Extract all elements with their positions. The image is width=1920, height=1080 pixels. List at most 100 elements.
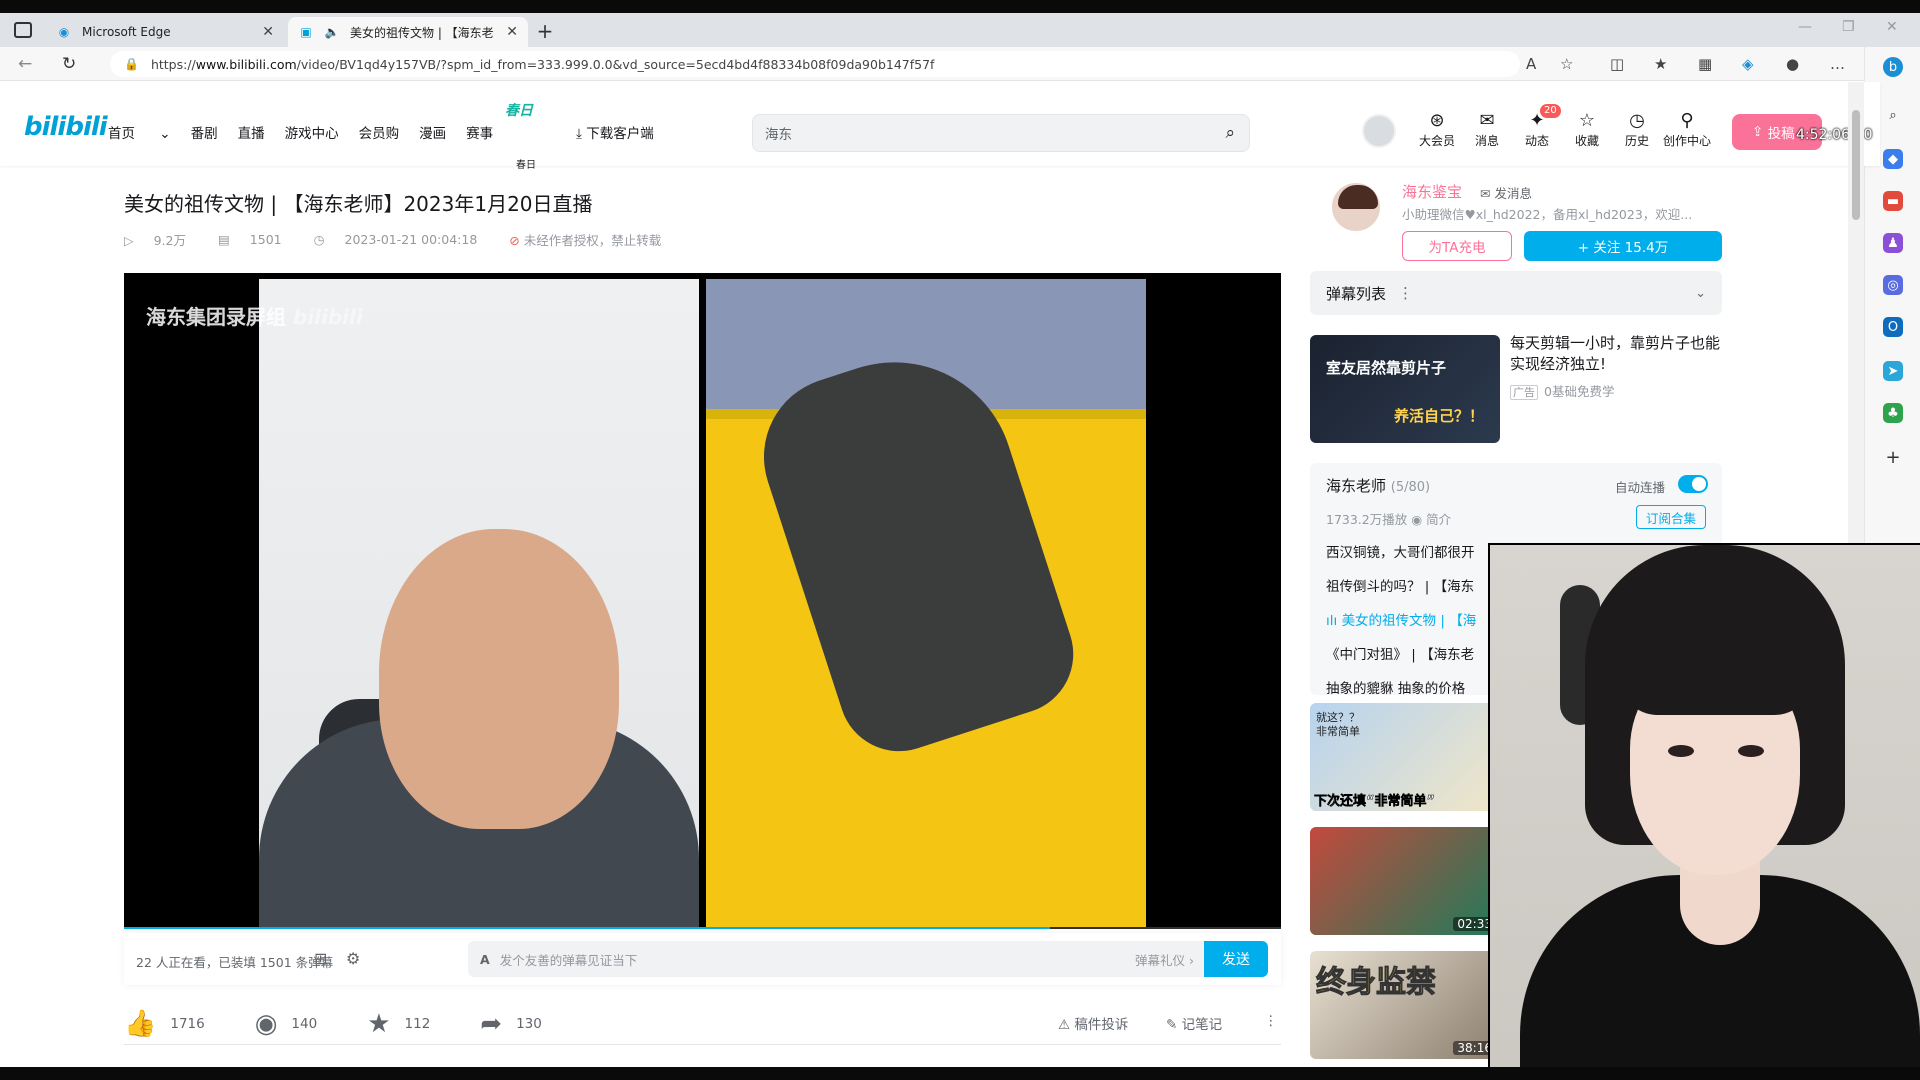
add-favorite-icon[interactable]: ☆ bbox=[1560, 55, 1573, 73]
bottom-black-bar bbox=[0, 1067, 1920, 1080]
creator-button[interactable]: ⚲ 创作中心 bbox=[1662, 110, 1712, 149]
nav-mall[interactable]: 会员购 bbox=[359, 122, 400, 142]
progress-bar[interactable] bbox=[124, 927, 1281, 929]
subscribe-collection-button[interactable]: 订阅合集 bbox=[1636, 505, 1706, 529]
collection-item-current[interactable]: ılı 美女的祖传文物 | 【海 bbox=[1326, 609, 1476, 629]
search-value: 海东 bbox=[765, 127, 792, 143]
eye-icon: ◉ bbox=[1411, 512, 1423, 527]
nav-match[interactable]: 赛事 bbox=[466, 122, 493, 142]
spring-banner[interactable]: 春日 bbox=[505, 100, 533, 120]
nav-game[interactable]: 游戏中心 bbox=[285, 122, 339, 142]
bilibili-tab-icon: ▣ bbox=[300, 25, 312, 39]
bilibili-logo[interactable]: bilibili bbox=[24, 112, 108, 142]
download-client-link[interactable]: ⤓ 下载客户端 bbox=[576, 122, 654, 142]
related-video-thumb[interactable]: 终身监禁 38:16 bbox=[1310, 951, 1500, 1059]
chevron-down-icon[interactable]: ⌄ bbox=[1695, 286, 1706, 301]
danmaku-settings-icon[interactable]: ⚙ bbox=[346, 949, 360, 968]
dynamic-button[interactable]: ✦ 20 动态 bbox=[1512, 104, 1562, 149]
back-icon[interactable]: ← bbox=[18, 54, 32, 74]
office-icon[interactable]: ◎ bbox=[1883, 275, 1903, 295]
collection-item[interactable]: 西汉铜镜，大哥们都很开 bbox=[1326, 541, 1475, 561]
collection-item[interactable]: 祖传倒斗的吗？ | 【海东 bbox=[1326, 575, 1474, 595]
more-icon[interactable]: … bbox=[1830, 55, 1845, 73]
favorites-icon[interactable]: ★ bbox=[1654, 55, 1667, 73]
danmaku-toggle-icon[interactable]: ⊞ bbox=[314, 949, 327, 968]
collection-stats: 1733.2万播放 ◉ 简介 bbox=[1326, 509, 1451, 528]
more-icon[interactable]: ⋮ bbox=[1264, 1013, 1278, 1029]
send-icon[interactable]: ➤ bbox=[1883, 361, 1903, 381]
profile-icon[interactable]: ● bbox=[1786, 55, 1799, 73]
intro-link[interactable]: 简介 bbox=[1426, 512, 1451, 527]
address-bar[interactable]: 🔒 https://www.bilibili.com/video/BV1qd4y… bbox=[110, 51, 1520, 77]
ad-title[interactable]: 每天剪辑一小时，靠剪片子也能实现经济独立! bbox=[1510, 333, 1724, 375]
collection-name: 海东老师 bbox=[1326, 477, 1387, 495]
maximize-icon[interactable]: ❐ bbox=[1842, 19, 1855, 35]
report-button[interactable]: ⚠ 稿件投诉 bbox=[1058, 1013, 1128, 1033]
close-window-icon[interactable]: ✕ bbox=[1886, 19, 1898, 35]
ad-thumbnail[interactable]: 室友居然靠剪片子 养活自己？！ bbox=[1310, 335, 1500, 443]
watermark-logo: bilibili bbox=[292, 305, 363, 329]
shopping-icon[interactable]: ▬ bbox=[1883, 191, 1903, 211]
uploader-avatar[interactable] bbox=[1330, 181, 1382, 233]
autoplay-toggle[interactable] bbox=[1678, 475, 1708, 493]
new-tab-icon[interactable]: + bbox=[534, 21, 556, 43]
speaker-icon[interactable]: 🔈 bbox=[324, 24, 340, 40]
scrollbar-thumb[interactable] bbox=[1852, 110, 1860, 220]
collections-icon[interactable]: ▦ bbox=[1698, 55, 1712, 73]
video-player[interactable]: 海东集团录屏组 bilibili bbox=[124, 273, 1281, 929]
nav-live[interactable]: 直播 bbox=[238, 122, 265, 142]
share-button[interactable]: ➦ 130 bbox=[480, 1009, 542, 1039]
related-video-thumb[interactable]: 02:33 bbox=[1310, 827, 1500, 935]
refresh-icon[interactable]: ↻ bbox=[62, 54, 76, 74]
coin-button[interactable]: ◉ 140 bbox=[255, 1009, 317, 1039]
close-icon[interactable]: ✕ bbox=[262, 24, 274, 40]
vip-button[interactable]: ⊛ 大会员 bbox=[1412, 110, 1462, 149]
history-button[interactable]: ◷ 历史 bbox=[1612, 110, 1662, 149]
tab-edge[interactable]: ◉ Microsoft Edge ✕ bbox=[46, 17, 284, 47]
message-button[interactable]: ✉ 消息 bbox=[1462, 110, 1512, 149]
collection-title[interactable]: 海东老师 (5/80) bbox=[1326, 475, 1430, 496]
read-aloud-icon[interactable]: A bbox=[1526, 55, 1536, 73]
send-button[interactable]: 发送 bbox=[1204, 941, 1268, 977]
search-icon[interactable]: ⌕ bbox=[1883, 105, 1903, 125]
thumb-overlay-text: 就这？？非常简单 bbox=[1316, 711, 1360, 738]
avatar[interactable] bbox=[1362, 114, 1396, 148]
nav-manga[interactable]: 漫画 bbox=[419, 122, 446, 142]
search-icon[interactable]: ⌕ bbox=[1225, 123, 1235, 143]
collection-item[interactable]: 抽象的貔貅 抽象的价格 bbox=[1326, 677, 1465, 695]
danmaku-input[interactable]: A 发个友善的弹幕见证当下 弹幕礼仪 › bbox=[468, 941, 1208, 977]
minimize-icon[interactable]: — bbox=[1798, 19, 1812, 35]
danmaku-list-header[interactable]: 弹幕列表 ⋮ ⌄ bbox=[1310, 271, 1722, 315]
nav-anime[interactable]: 番剧 bbox=[191, 122, 218, 142]
nav-home[interactable]: 首页 ⌄ bbox=[108, 122, 171, 142]
close-icon[interactable]: ✕ bbox=[506, 24, 518, 40]
message-icon: ✉ bbox=[1479, 110, 1495, 131]
extension-icon[interactable]: ◈ bbox=[1742, 55, 1754, 73]
tab-bilibili[interactable]: ▣ 🔈 美女的祖传文物 | 【海东老 ✕ bbox=[288, 17, 528, 47]
danmaku-etiquette-link[interactable]: 弹幕礼仪 › bbox=[1135, 950, 1194, 969]
ad-badge: 广告 bbox=[1510, 385, 1538, 400]
collection-item[interactable]: 《中门对狙》 | 【海东老 bbox=[1326, 643, 1474, 663]
games-icon[interactable]: ♟ bbox=[1883, 233, 1903, 253]
uploader-name[interactable]: 海东鉴宝 bbox=[1402, 181, 1462, 202]
send-message-link[interactable]: ✉ 发消息 bbox=[1480, 183, 1532, 202]
uploader-description: 小助理微信♥xl_hd2022，备用xl_hd2023，欢迎... bbox=[1402, 207, 1693, 222]
more-icon[interactable]: ⋮ bbox=[1398, 284, 1413, 302]
split-screen-icon[interactable]: ◫ bbox=[1610, 55, 1624, 73]
charge-button[interactable]: 为TA充电 bbox=[1402, 231, 1512, 261]
add-icon[interactable]: + bbox=[1883, 447, 1903, 468]
like-button[interactable]: 👍 1716 bbox=[124, 1009, 205, 1039]
favorite-button[interactable]: ☆ 收藏 bbox=[1562, 110, 1612, 149]
favorite-button[interactable]: ★ 112 bbox=[367, 1009, 430, 1039]
outlook-icon[interactable]: O bbox=[1883, 317, 1903, 337]
search-input[interactable]: 海东 ⌕ bbox=[752, 114, 1250, 152]
tag-icon[interactable]: ◆ bbox=[1883, 149, 1903, 169]
tab-actions-icon[interactable] bbox=[14, 22, 32, 38]
notes-button[interactable]: ✎ 记笔记 bbox=[1166, 1013, 1222, 1033]
person-face bbox=[379, 529, 619, 829]
related-video-thumb[interactable]: 就这？？非常简单 下次还填“非常简单” bbox=[1310, 703, 1500, 811]
tree-icon[interactable]: ♣ bbox=[1883, 403, 1903, 423]
bing-icon[interactable]: b bbox=[1883, 57, 1903, 77]
font-style-icon[interactable]: A bbox=[480, 952, 490, 967]
follow-button[interactable]: + 关注 15.4万 bbox=[1524, 231, 1722, 261]
